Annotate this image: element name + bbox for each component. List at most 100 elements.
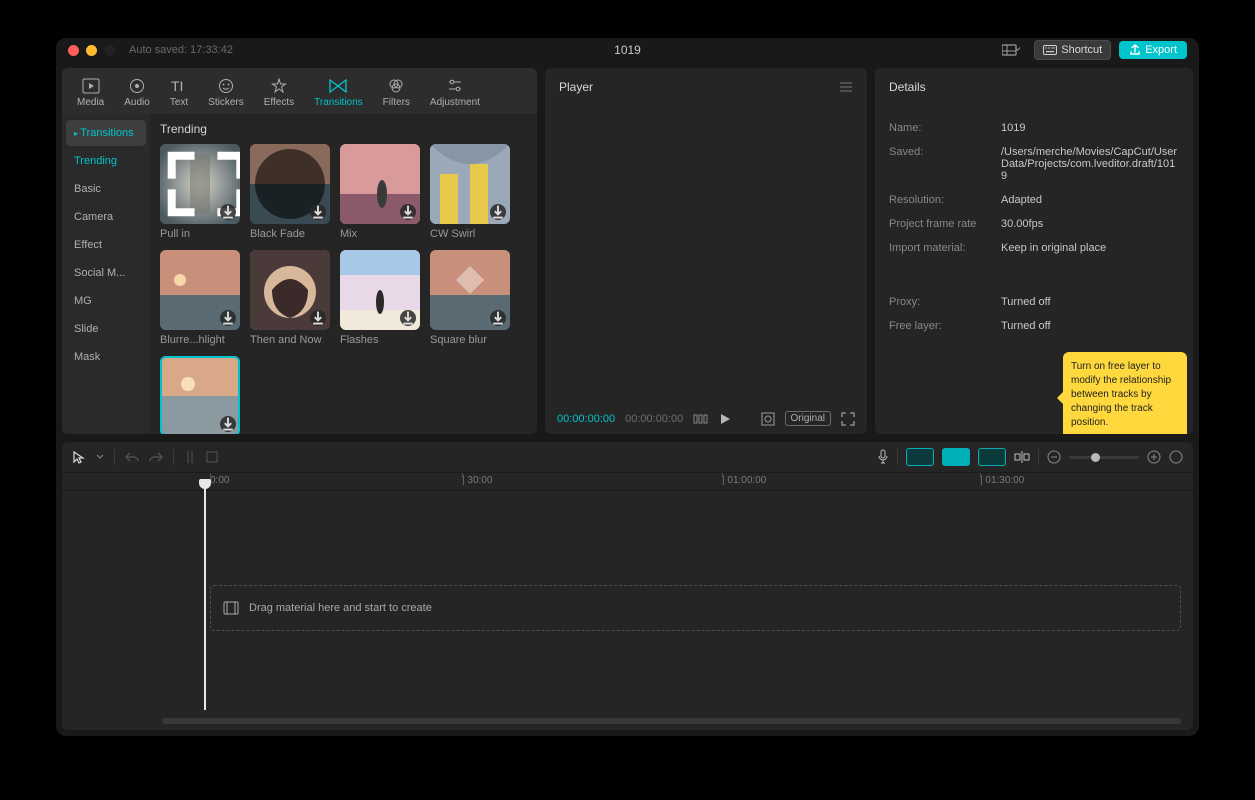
tab-text[interactable]: TIText [161, 72, 197, 114]
duration-time: 00:00:00:00 [625, 413, 683, 425]
sidebar-item-transitions[interactable]: Transitions [66, 120, 146, 146]
adjustment-icon [447, 77, 463, 95]
detail-row-fps: Project frame rate30.00fps [889, 218, 1179, 230]
audio-icon [129, 77, 145, 95]
download-icon[interactable] [310, 310, 326, 326]
shortcut-button[interactable]: Shortcut [1034, 40, 1111, 60]
filters-icon [388, 77, 404, 95]
main-content: Media Audio TIText Stickers Effects Tran… [56, 62, 1199, 434]
titlebar: Auto saved: 17:33:42 1019 Shortcut Expor… [56, 38, 1199, 62]
playhead[interactable] [204, 485, 206, 710]
player-footer: 00:00:00:00 00:00:00:00 Original [545, 403, 867, 434]
close-window-icon[interactable] [68, 45, 79, 56]
player-menu-icon[interactable] [839, 81, 853, 93]
timeline-panel: 0:00 | 30:00 | 01:00:00 | 01:30:00 Drag … [62, 442, 1193, 730]
transition-item[interactable] [160, 356, 240, 434]
transition-item[interactable]: Flashes [340, 250, 420, 346]
transition-item[interactable]: CW Swirl [430, 144, 510, 240]
track-mode-1[interactable] [906, 448, 934, 466]
keyboard-icon [1043, 45, 1057, 55]
original-badge[interactable]: Original [785, 411, 831, 426]
timeline-ruler[interactable]: 0:00 | 30:00 | 01:00:00 | 01:30:00 [62, 473, 1193, 491]
track-mode-3[interactable] [978, 448, 1006, 466]
drop-zone-label: Drag material here and start to create [249, 602, 432, 614]
detail-row-freelayer: Free layer:Turned off [889, 320, 1179, 332]
text-icon: TI [170, 77, 188, 95]
current-time: 00:00:00:00 [557, 413, 615, 425]
fullscreen-icon[interactable] [841, 412, 855, 426]
sidebar-item-social[interactable]: Social M... [66, 260, 146, 286]
play-button[interactable] [719, 413, 731, 425]
timeline-toolbar [62, 442, 1193, 473]
player-title: Player [559, 80, 593, 94]
download-icon[interactable] [490, 204, 506, 220]
stickers-icon [218, 77, 234, 95]
zoom-out-button[interactable] [1047, 450, 1061, 464]
zoom-in-button[interactable] [1147, 450, 1161, 464]
transition-item[interactable]: Square blur [430, 250, 510, 346]
download-icon[interactable] [400, 204, 416, 220]
cursor-tool[interactable] [72, 450, 86, 464]
download-icon[interactable] [220, 204, 236, 220]
redo-button[interactable] [149, 451, 163, 463]
tab-effects[interactable]: Effects [255, 72, 303, 114]
transition-item[interactable]: Mix [340, 144, 420, 240]
transition-item[interactable]: Black Fade [250, 144, 330, 240]
download-icon[interactable] [400, 310, 416, 326]
grid-heading: Trending [160, 122, 527, 136]
tab-adjustment[interactable]: Adjustment [421, 72, 489, 114]
track-mode-2[interactable] [942, 448, 970, 466]
sidebar-item-mg[interactable]: MG [66, 288, 146, 314]
player-header: Player [545, 68, 867, 106]
export-button[interactable]: Export [1119, 41, 1187, 59]
delete-tool[interactable] [206, 451, 218, 463]
zoom-slider[interactable] [1069, 456, 1139, 459]
split-tool[interactable] [184, 450, 196, 464]
tab-stickers[interactable]: Stickers [199, 72, 253, 114]
sidebar-item-slide[interactable]: Slide [66, 316, 146, 342]
details-header: Details [875, 68, 1193, 106]
export-label: Export [1145, 44, 1177, 56]
sidebar-item-trending[interactable]: Trending [66, 148, 146, 174]
sidebar-item-basic[interactable]: Basic [66, 176, 146, 202]
player-step-icon[interactable] [693, 413, 709, 425]
free-layer-tooltip: Turn on free layer to modify the relatio… [1063, 352, 1187, 434]
tooltip-text: Turn on free layer to modify the relatio… [1071, 360, 1179, 430]
undo-button[interactable] [125, 451, 139, 463]
window-controls [68, 45, 115, 56]
mic-button[interactable] [877, 449, 889, 465]
download-icon[interactable] [220, 310, 236, 326]
timeline-scrollbar[interactable] [162, 718, 1181, 724]
tab-media[interactable]: Media [68, 72, 113, 114]
tab-transitions[interactable]: Transitions [305, 72, 372, 114]
app-window: Auto saved: 17:33:42 1019 Shortcut Expor… [56, 38, 1199, 736]
download-icon[interactable] [310, 204, 326, 220]
timeline-drop-zone[interactable]: Drag material here and start to create [210, 585, 1181, 631]
layout-menu[interactable] [1002, 44, 1022, 56]
tab-audio[interactable]: Audio [115, 72, 159, 114]
transition-item[interactable]: Blurre...hlight [160, 250, 240, 346]
minimize-window-icon[interactable] [86, 45, 97, 56]
scale-icon[interactable] [761, 412, 775, 426]
transition-grid: Trending Pull in [150, 114, 537, 434]
sidebar-item-effect[interactable]: Effect [66, 232, 146, 258]
player-viewport[interactable] [545, 106, 867, 403]
cursor-dropdown[interactable] [96, 453, 104, 461]
timeline-right-tools [877, 448, 1183, 466]
player-right-controls: Original [761, 411, 855, 426]
zoom-fit-button[interactable] [1169, 450, 1183, 464]
sidebar-item-camera[interactable]: Camera [66, 204, 146, 230]
player-panel: Player 00:00:00:00 00:00:00:00 Original [545, 68, 867, 434]
tab-filters[interactable]: Filters [374, 72, 419, 114]
download-icon[interactable] [220, 416, 236, 432]
download-icon[interactable] [490, 310, 506, 326]
sidebar-item-mask[interactable]: Mask [66, 344, 146, 370]
snap-toggle[interactable] [1014, 450, 1030, 464]
timeline-tracks[interactable]: Drag material here and start to create [62, 491, 1193, 730]
clip-icon [223, 601, 239, 615]
details-title: Details [889, 80, 926, 94]
transition-item[interactable]: Pull in [160, 144, 240, 240]
thumbs: Pull in Black Fade Mix CW Swirl [160, 144, 527, 434]
maximize-window-icon[interactable] [104, 45, 115, 56]
transition-item[interactable]: Then and Now [250, 250, 330, 346]
